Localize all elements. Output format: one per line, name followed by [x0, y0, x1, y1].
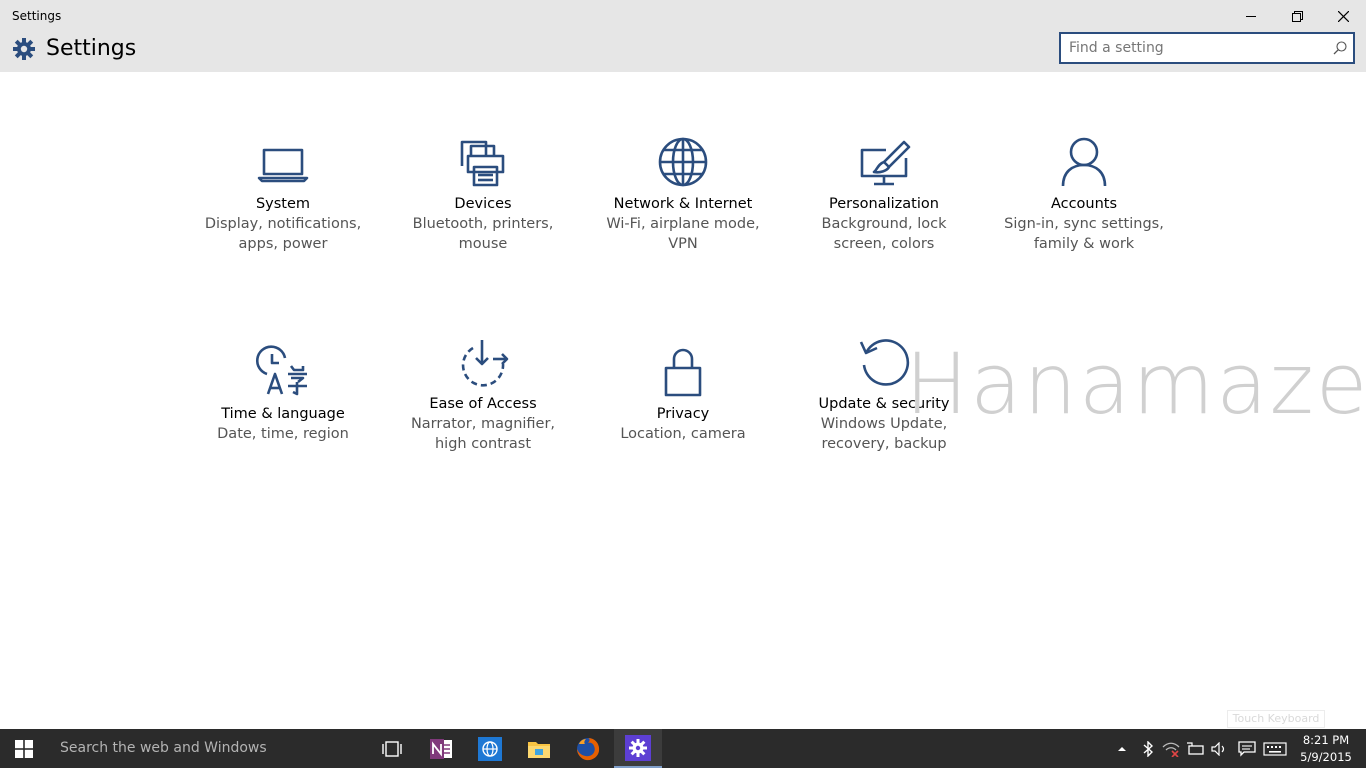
printer-icon: [460, 140, 505, 187]
windows-logo-icon: [15, 739, 33, 758]
category-description: Location, camera: [620, 426, 746, 442]
category-description: screen, colors: [833, 236, 935, 252]
taskbar-settings[interactable]: [614, 729, 662, 768]
watermark-text: Hanamaze: [905, 335, 1366, 433]
search-box[interactable]: [1059, 32, 1355, 64]
category-description: VPN: [668, 236, 698, 252]
wifi-disconnected-icon: [1162, 742, 1180, 757]
taskbar-internet-explorer[interactable]: [466, 729, 514, 768]
search-icon[interactable]: [1333, 41, 1347, 55]
category-description: recovery, backup: [821, 436, 947, 452]
category-description: Wi-Fi, airplane mode,: [606, 216, 760, 232]
restore-button[interactable]: [1274, 0, 1320, 32]
minimize-button[interactable]: [1228, 0, 1274, 32]
onenote-icon: [430, 738, 452, 759]
show-hidden-icons-button[interactable]: [1113, 740, 1131, 758]
category-privacy[interactable]: Privacy Location, camera: [583, 344, 783, 444]
ease-of-access-icon: [461, 340, 509, 387]
network-tray-button[interactable]: [1162, 740, 1180, 758]
lock-icon: [664, 348, 702, 397]
category-time-language[interactable]: Time & language Date, time, region: [183, 344, 383, 444]
taskbar-clock[interactable]: 8:21 PM 5/9/2015: [1292, 732, 1360, 766]
category-description: mouse: [458, 236, 508, 252]
category-description: Narrator, magnifier,: [410, 416, 556, 432]
task-view-button[interactable]: [368, 729, 416, 768]
keyboard-icon: [1263, 742, 1287, 756]
speaker-icon: [1211, 742, 1225, 756]
category-personalization[interactable]: Personalization Background, lock screen,…: [784, 134, 984, 254]
globe-icon: [658, 137, 708, 187]
category-description: Bluetooth, printers,: [412, 216, 554, 232]
battery-tray-button[interactable]: [1186, 740, 1204, 758]
clock-date: 5/9/2015: [1300, 750, 1352, 764]
bluetooth-icon: [1143, 741, 1153, 757]
ie-icon: [478, 736, 502, 761]
search-input[interactable]: [1061, 34, 1323, 62]
laptop-icon: [257, 148, 309, 183]
gear-icon: [13, 38, 35, 60]
clock-time: 8:21 PM: [1302, 733, 1350, 747]
category-name: Network & Internet: [613, 196, 753, 212]
page-title: Settings: [46, 36, 137, 61]
clock-language-icon: [255, 345, 307, 396]
chevron-up-icon: [1118, 747, 1126, 751]
window-title: Settings: [12, 9, 62, 23]
category-name: Ease of Access: [429, 396, 537, 412]
action-center-button[interactable]: [1238, 740, 1256, 758]
category-name: Time & language: [221, 406, 345, 422]
restore-icon: [1291, 10, 1303, 22]
category-accounts[interactable]: Accounts Sign-in, sync settings, family …: [984, 134, 1184, 254]
task-view-icon: [382, 740, 402, 757]
category-description: Background, lock: [821, 216, 947, 232]
taskbar-onenote[interactable]: [417, 729, 465, 768]
category-name: Privacy: [656, 406, 710, 422]
firefox-icon: [577, 737, 600, 760]
taskbar-file-explorer[interactable]: [515, 729, 563, 768]
category-description: Sign-in, sync settings,: [1004, 216, 1164, 232]
category-network-internet[interactable]: Network & Internet Wi-Fi, airplane mode,…: [583, 134, 783, 254]
taskbar-search-text: Search the web and Windows: [60, 740, 267, 756]
start-button[interactable]: [0, 729, 48, 768]
close-button[interactable]: [1320, 0, 1366, 32]
paintbrush-monitor-icon: [860, 140, 911, 186]
touch-keyboard-button[interactable]: [1262, 740, 1288, 758]
refresh-icon: [859, 339, 910, 386]
taskbar-search-box[interactable]: Search the web and Windows: [48, 729, 368, 768]
category-ease-of-access[interactable]: Ease of Access Narrator, magnifier, high…: [383, 334, 583, 454]
file-explorer-icon: [528, 741, 550, 758]
volume-tray-button[interactable]: [1210, 740, 1228, 758]
title-bar: Settings Settings: [0, 0, 1366, 72]
taskbar: Search the web and Windows 8:21 PM 5/9/2…: [0, 729, 1366, 768]
category-description: apps, power: [238, 236, 328, 252]
close-icon: [1337, 10, 1349, 22]
category-devices[interactable]: Devices Bluetooth, printers, mouse: [383, 134, 583, 254]
person-icon: [1061, 137, 1107, 187]
category-name: System: [255, 196, 311, 212]
category-name: Accounts: [1050, 196, 1118, 212]
category-system[interactable]: System Display, notifications, apps, pow…: [183, 134, 383, 254]
category-name: Devices: [454, 196, 512, 212]
touch-keyboard-tooltip: Touch Keyboard: [1227, 710, 1325, 728]
category-description: Display, notifications,: [204, 216, 362, 232]
settings-icon: [625, 734, 651, 761]
taskbar-firefox[interactable]: [564, 729, 612, 768]
category-description: high contrast: [434, 436, 532, 452]
category-description: Date, time, region: [217, 426, 349, 442]
category-name: Personalization: [829, 196, 939, 212]
message-icon: [1238, 741, 1256, 757]
battery-icon: [1187, 742, 1204, 755]
bluetooth-tray-button[interactable]: [1139, 740, 1157, 758]
minimize-icon: [1246, 16, 1256, 17]
category-description: family & work: [1033, 236, 1135, 252]
